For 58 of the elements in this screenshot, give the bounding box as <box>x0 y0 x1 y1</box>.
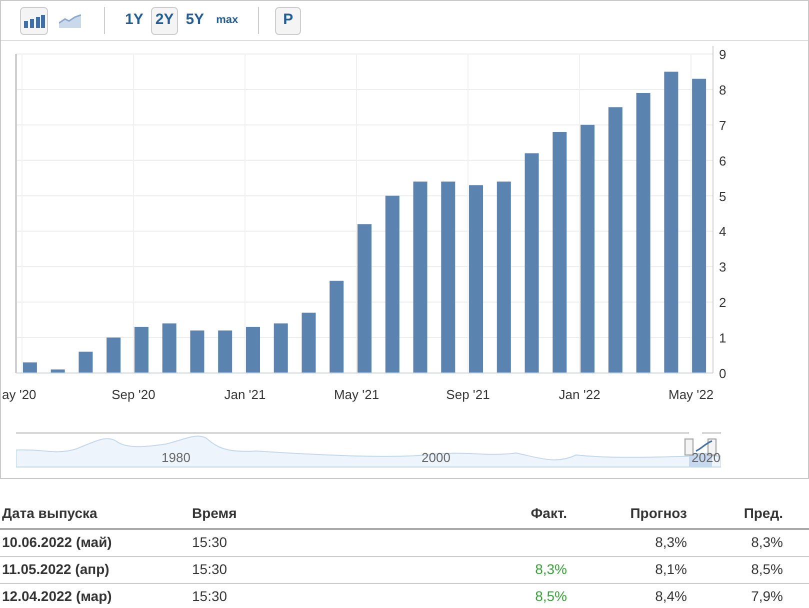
range-button[interactable]: max <box>212 6 242 34</box>
table-cell: 8,3% <box>535 561 567 577</box>
table-cell: 8,1% <box>569 556 689 583</box>
axis-label: 7 <box>719 118 726 133</box>
bar-chart-icon <box>23 14 45 28</box>
axis-label: Jan '22 <box>558 387 600 402</box>
bar <box>162 323 176 373</box>
table-cell: 15:30 <box>190 556 479 583</box>
column-header: Дата выпуска <box>0 499 190 529</box>
axis-label: Sep '20 <box>112 387 156 402</box>
table-cell: 8,4% <box>569 583 689 608</box>
timeline-label: 2000 <box>422 449 450 467</box>
table-cell: 8,5% <box>535 588 567 604</box>
bar <box>274 323 288 373</box>
axis-label: Sep '21 <box>446 387 490 402</box>
chart-type-button[interactable] <box>20 6 48 34</box>
axis-label: 8 <box>719 82 726 98</box>
table-cell: 10.06.2022 (май) <box>0 529 190 556</box>
table-cell: 15:30 <box>190 529 479 556</box>
column-header: Пред. <box>689 499 809 529</box>
axis-label: ay '20 <box>2 387 36 402</box>
axis-label: 4 <box>719 224 726 240</box>
column-header: Время <box>190 499 479 529</box>
axis-label: 3 <box>719 260 726 275</box>
table-cell: 8,3% <box>689 529 809 556</box>
p-button[interactable]: P <box>275 6 302 34</box>
line-chart-icon <box>59 14 81 28</box>
bar <box>134 326 148 373</box>
bar <box>50 369 65 373</box>
table-cell: 12.04.2022 (мар) <box>0 583 190 608</box>
bar <box>218 330 232 373</box>
table-cell: 8,3% <box>569 529 689 556</box>
axis-label: Jan '21 <box>224 387 266 402</box>
axis-label: May '22 <box>668 387 714 402</box>
table-cell: 8,5% <box>689 556 809 583</box>
bar <box>22 362 37 373</box>
table-cell: 7,9% <box>689 583 809 608</box>
axis-label: 6 <box>719 153 726 168</box>
range-button[interactable]: 5Y <box>182 6 208 34</box>
axis-label: 1 <box>719 330 726 346</box>
bar <box>302 312 316 373</box>
bar <box>78 352 93 373</box>
axis-label: 9 <box>719 47 726 62</box>
column-header: Прогноз <box>569 499 689 529</box>
bar <box>246 326 260 373</box>
axis-label: 5 <box>719 188 726 204</box>
table-cell: 15:30 <box>190 583 479 608</box>
axis-label: May '21 <box>334 387 380 402</box>
timeline-label: 1980 <box>162 449 190 467</box>
bar <box>190 330 204 373</box>
axis-label: 0 <box>719 366 726 381</box>
range-button[interactable]: 2Y <box>151 6 178 34</box>
timeline-label: 2020 <box>692 449 720 467</box>
range-button[interactable]: 1Y <box>121 6 148 34</box>
column-header: Факт. <box>479 499 569 529</box>
axis-label: 2 <box>719 295 726 310</box>
bar <box>106 338 121 373</box>
table-cell: 11.05.2022 (апр) <box>0 556 190 583</box>
